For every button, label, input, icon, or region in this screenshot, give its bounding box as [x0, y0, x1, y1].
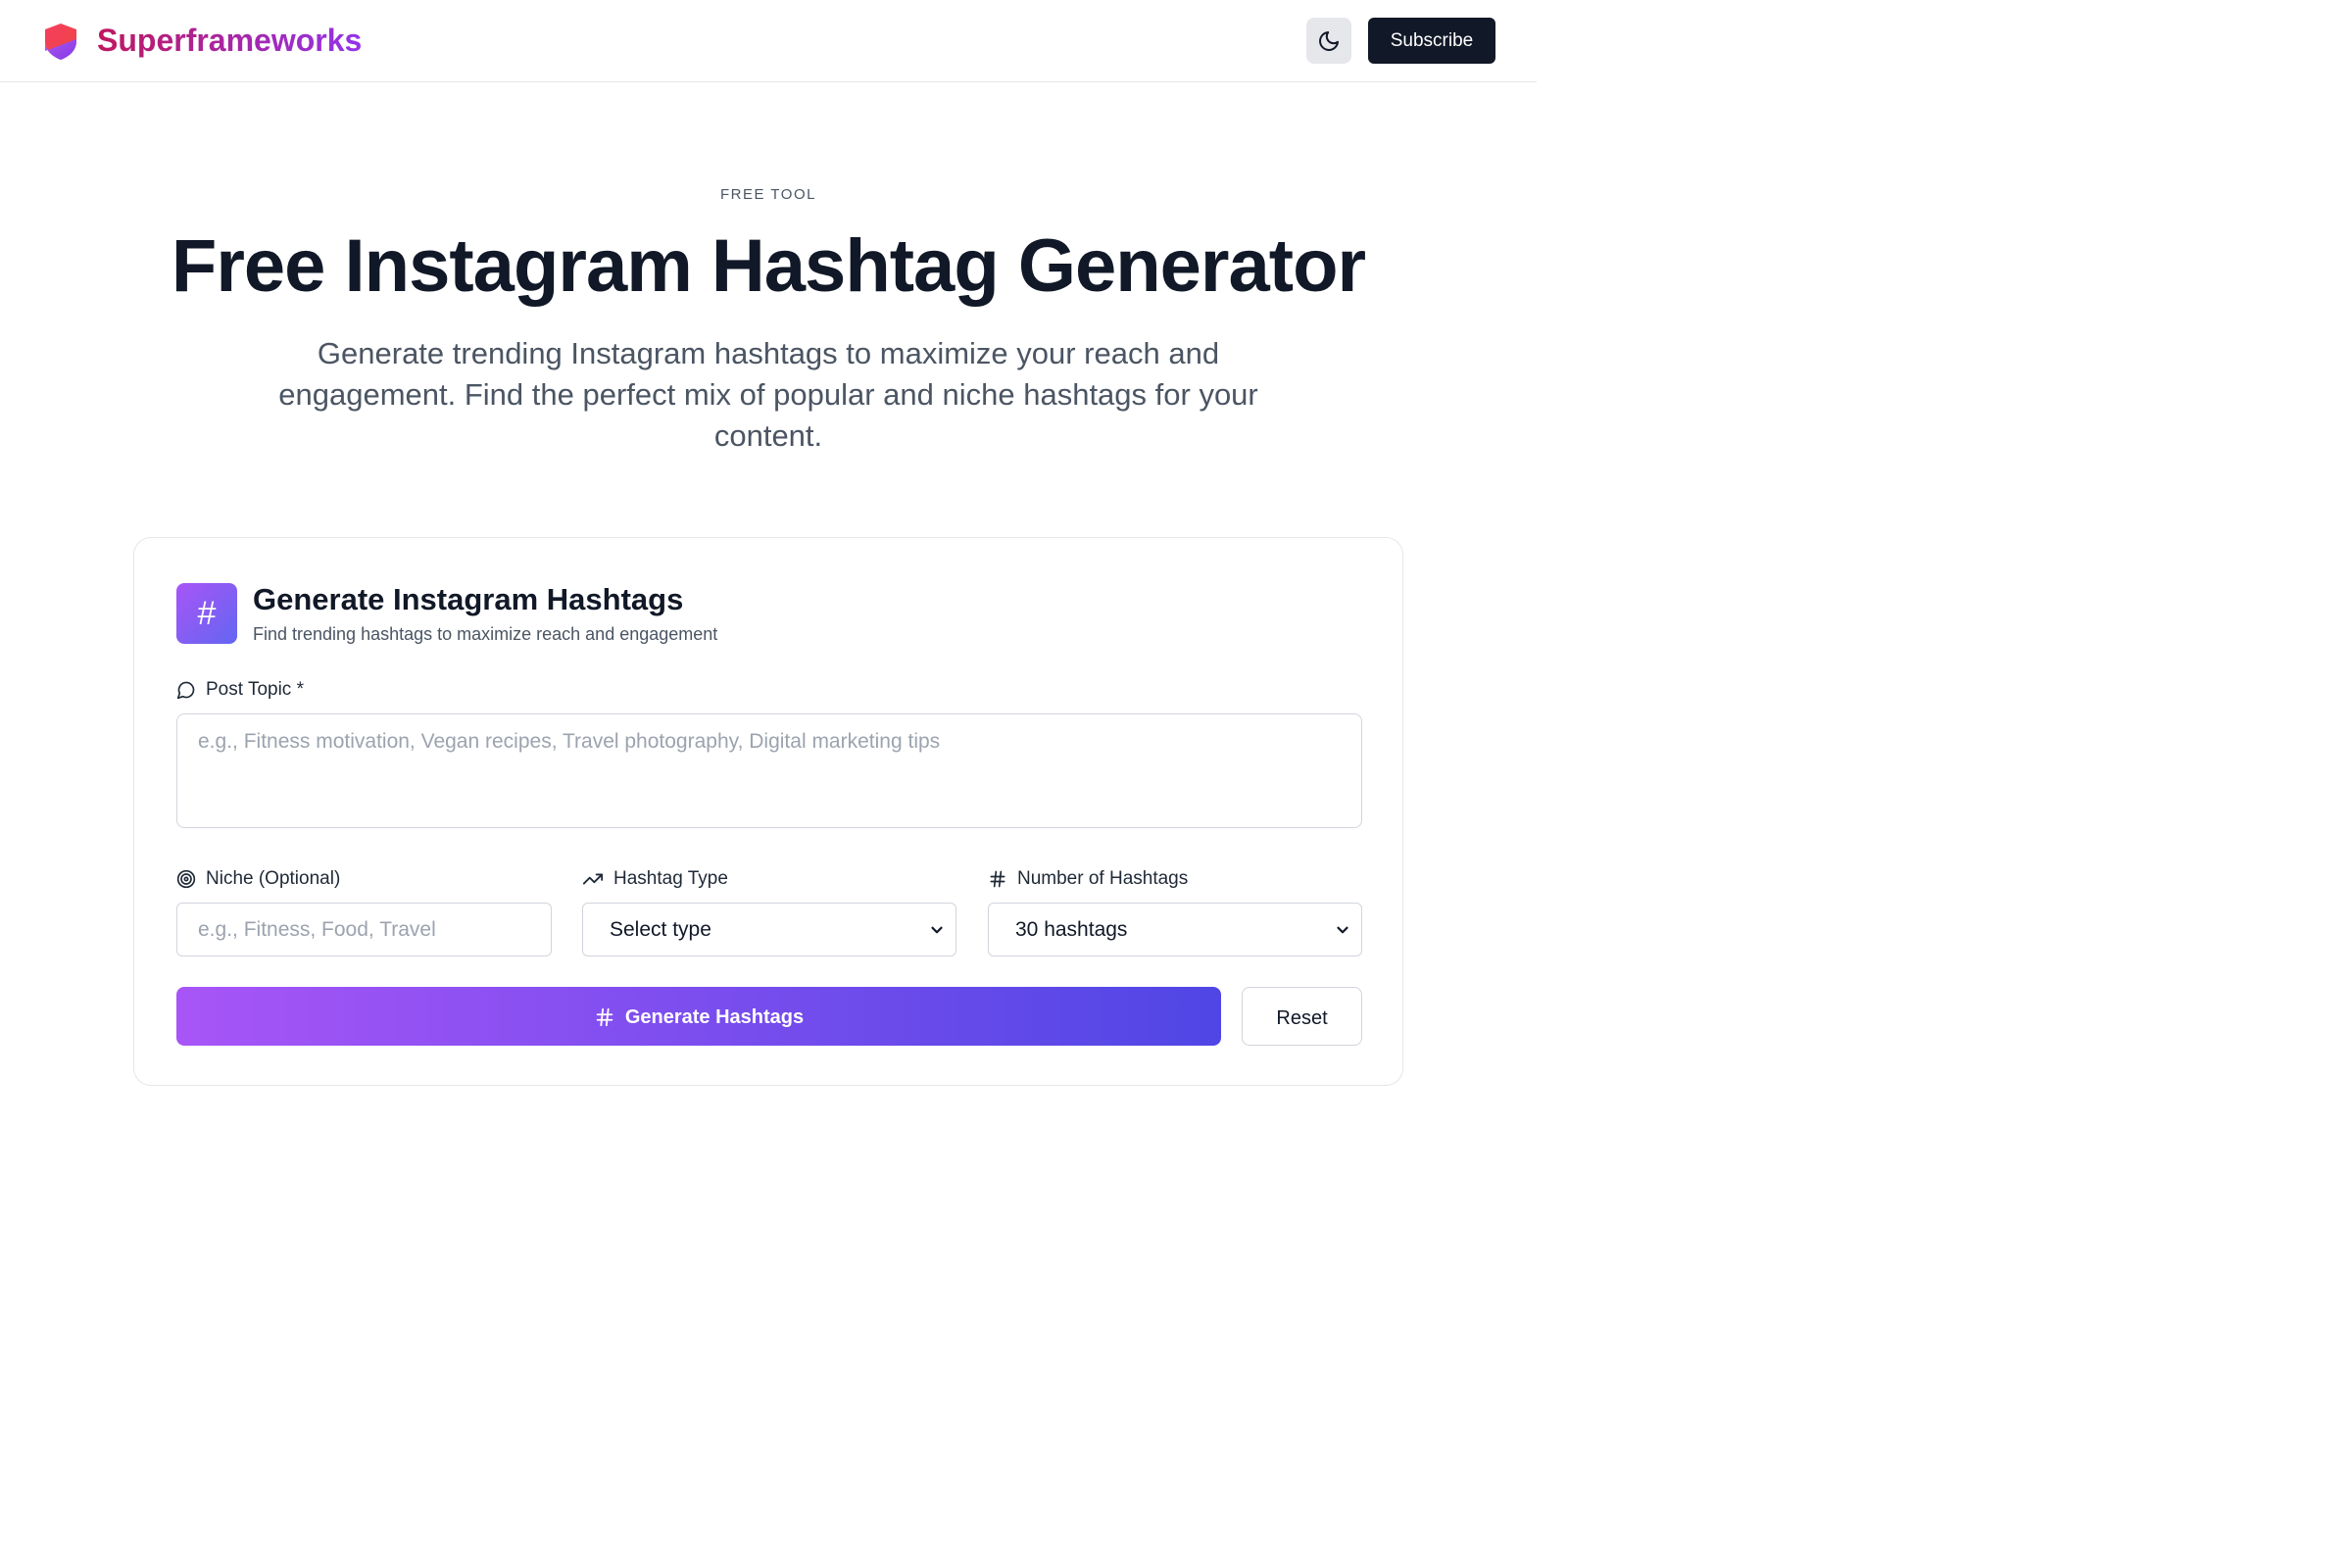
reset-button[interactable]: Reset — [1242, 987, 1362, 1046]
number-of-hashtags-select[interactable]: 30 hashtags — [988, 903, 1362, 956]
shield-logo-icon[interactable] — [43, 22, 78, 61]
hash-icon — [596, 1007, 613, 1027]
top-navbar: Superframeworks Subscribe — [0, 0, 1537, 82]
subscribe-button[interactable]: Subscribe — [1368, 18, 1495, 64]
hashtag-generator-card: # Generate Instagram Hashtags Find trend… — [133, 537, 1403, 1086]
number-label: Number of Hashtags — [1017, 868, 1189, 889]
generate-hashtags-button[interactable]: Generate Hashtags — [176, 987, 1221, 1046]
hash-icon — [990, 870, 1005, 888]
post-topic-textarea[interactable]: e.g., Fitness motivation, Vegan recipes,… — [176, 713, 1362, 828]
hashtag-type-label-row: Hashtag Type — [582, 867, 728, 891]
chevron-down-icon — [931, 926, 943, 933]
post-topic-label-row: Post Topic * — [176, 678, 304, 702]
card-subtitle: Find trending hashtags to maximize reach… — [253, 624, 718, 644]
hashtag-type-label: Hashtag Type — [613, 868, 728, 889]
target-icon — [176, 869, 196, 889]
page-subtitle: Generate trending Instagram hashtags to … — [278, 336, 1258, 453]
hashtag-type-value: Select type — [610, 917, 711, 941]
generate-label: Generate Hashtags — [624, 1006, 805, 1028]
niche-label: Niche (Optional) — [206, 868, 341, 889]
post-topic-label: Post Topic * — [206, 679, 304, 700]
card-title: Generate Instagram Hashtags — [253, 582, 684, 616]
message-circle-icon — [176, 681, 195, 700]
number-value: 30 hashtags — [1015, 917, 1128, 941]
hashtag-type-select[interactable]: Select type — [582, 903, 956, 956]
eyebrow-label: FREE TOOL — [720, 186, 816, 203]
moon-icon — [1319, 30, 1339, 51]
chevron-down-icon — [1337, 926, 1348, 933]
theme-toggle-button[interactable] — [1306, 18, 1351, 64]
brand-name[interactable]: Superframeworks — [97, 21, 362, 60]
niche-input[interactable]: e.g., Fitness, Food, Travel — [176, 903, 552, 956]
trending-up-icon — [582, 873, 604, 885]
niche-label-row: Niche (Optional) — [176, 867, 340, 891]
page-title: Free Instagram Hashtag Generator — [171, 224, 1366, 308]
number-label-row: Number of Hashtags — [988, 867, 1188, 891]
hashtag-icon: # — [176, 583, 237, 644]
